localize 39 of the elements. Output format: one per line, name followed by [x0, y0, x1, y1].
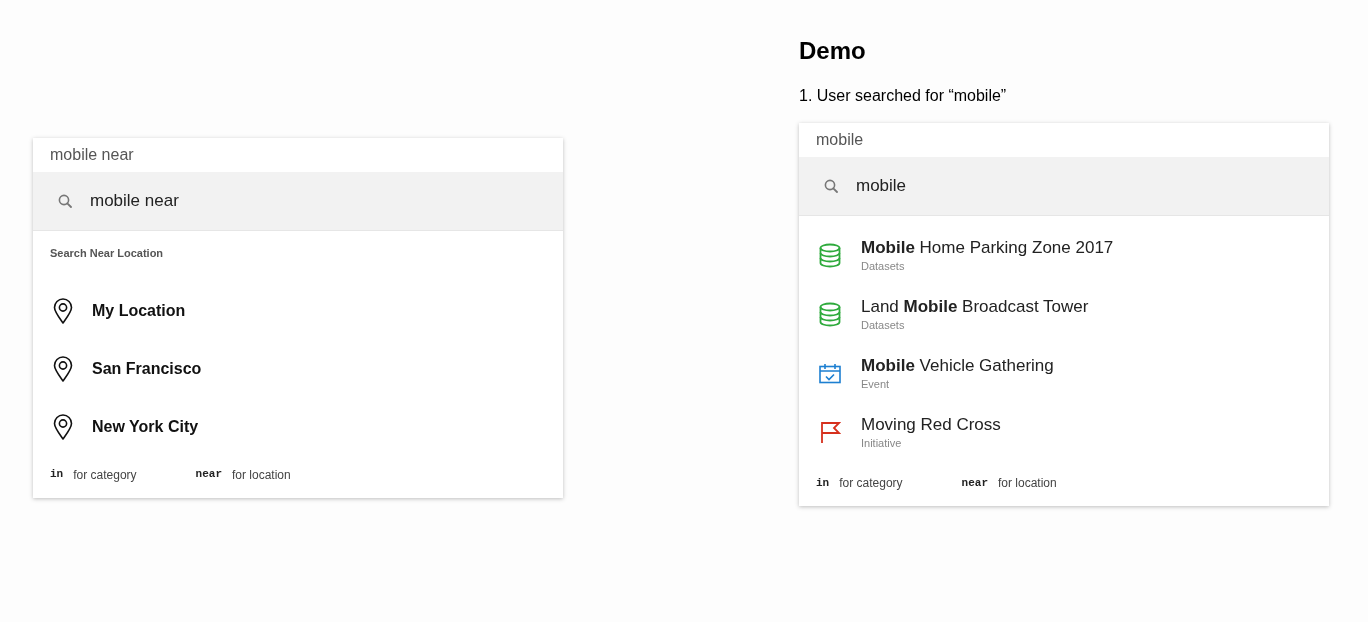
hint-text: for location — [998, 475, 1057, 492]
location-item[interactable]: New York City — [33, 397, 563, 456]
result-item[interactable]: Mobile Vehicle Gathering Event — [799, 344, 1329, 403]
demo-heading: Demo — [799, 36, 867, 66]
result-title: Mobile Home Parking Zone 2017 — [861, 237, 1114, 258]
location-item[interactable]: San Francisco — [33, 339, 563, 398]
result-type: Datasets — [861, 317, 906, 333]
result-type: Event — [861, 376, 891, 392]
result-title: Mobile Vehicle Gathering — [861, 355, 1054, 376]
result-title: Moving Red Cross — [861, 414, 1001, 435]
search-icon — [58, 194, 72, 208]
location-pin-icon — [53, 297, 73, 324]
search-icon — [824, 179, 838, 193]
location-pin-icon — [53, 355, 73, 382]
hint-text: for location — [232, 466, 291, 484]
suggestion-row[interactable]: mobile — [799, 157, 1329, 216]
database-icon — [819, 243, 841, 268]
location-pin-icon — [53, 413, 73, 440]
demo-step-text: 1. User searched for “mobile” — [799, 86, 1008, 106]
search-input-field[interactable]: mobile — [799, 123, 1329, 157]
result-item[interactable]: Moving Red Cross Initiative — [799, 403, 1329, 462]
result-item[interactable]: Land Mobile Broadcast Tower Datasets — [799, 285, 1329, 344]
keyword-hint: in — [50, 467, 64, 483]
calendar-check-icon — [819, 363, 841, 384]
hint-text: for category — [839, 475, 903, 492]
flag-icon — [819, 421, 841, 444]
result-type: Datasets — [861, 258, 906, 274]
keyword-hint: in — [816, 475, 830, 491]
database-icon — [819, 302, 841, 327]
result-title: Land Mobile Broadcast Tower — [861, 296, 1089, 317]
result-item[interactable]: Mobile Home Parking Zone 2017 Datasets — [799, 226, 1329, 285]
keyword-hint: near — [195, 467, 222, 483]
keyword-hint: near — [961, 475, 988, 491]
location-item[interactable]: My Location — [33, 281, 563, 340]
search-input-field[interactable]: mobile near — [33, 138, 563, 172]
section-label: Search Near Location — [49, 246, 165, 261]
suggestion-row[interactable]: mobile near — [33, 172, 563, 231]
hint-text: for category — [73, 466, 137, 484]
result-type: Initiative — [861, 435, 903, 451]
